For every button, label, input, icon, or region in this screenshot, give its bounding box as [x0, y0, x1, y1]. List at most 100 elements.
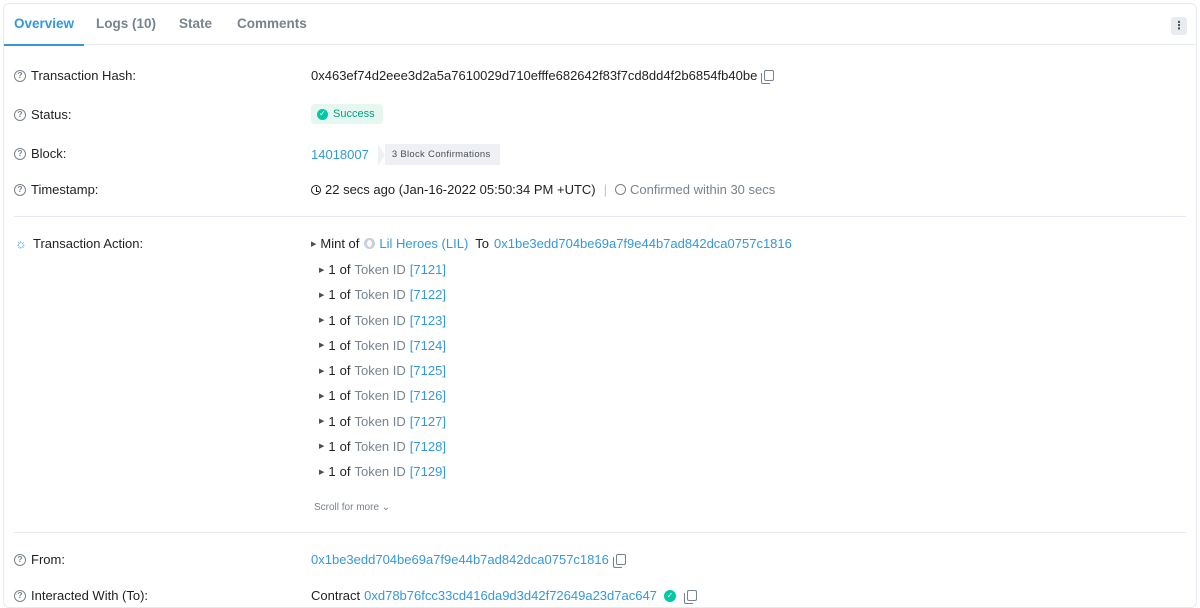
token-id-link[interactable]: [7124]: [410, 338, 446, 353]
token-qty: 1: [328, 363, 336, 378]
token-qty: 1: [328, 388, 336, 404]
token-id-item: ▶ 1 of Token ID [7122]: [319, 287, 446, 302]
tab-logs[interactable]: Logs (10): [96, 4, 156, 45]
to-label: To: [475, 236, 490, 251]
help-icon[interactable]: ?: [14, 183, 26, 196]
timestamp-value: 22 secs ago (Jan-16-2022 05:50:34 PM +UT…: [311, 182, 775, 197]
token-id-link[interactable]: [7123]: [410, 313, 446, 328]
scroll-for-more[interactable]: Scroll for more ⌄: [314, 502, 390, 513]
block-value: 14018007 3 Block Confirmations: [311, 144, 500, 166]
token-id-link[interactable]: [7125]: [410, 363, 446, 378]
tab-state[interactable]: State: [179, 4, 212, 45]
token-of: of: [339, 413, 351, 429]
token-of: of: [339, 287, 351, 303]
token-qty: 1: [328, 464, 336, 479]
status-badge: ✓ Success: [311, 104, 383, 124]
from-value: 0x1be3edd704be69a7f9e44b7ad842dca0757c18…: [311, 552, 626, 568]
caret-right-icon: ▶: [319, 443, 325, 451]
caret-right-icon: ▶: [319, 291, 325, 299]
tx-hash-text: 0x463ef74d2eee3d2a5a7610029d710efffe6826…: [311, 68, 758, 83]
help-icon[interactable]: ?: [14, 147, 26, 160]
caret-right-icon: ▶: [319, 468, 325, 476]
token-id-link[interactable]: [7127]: [410, 414, 446, 429]
block-label: ? Block:: [14, 146, 66, 161]
help-icon[interactable]: ?: [14, 69, 26, 82]
token-of: of: [339, 363, 351, 378]
token-of: of: [339, 262, 351, 277]
block-number-link[interactable]: 14018007: [311, 147, 369, 162]
from-label: ? From:: [14, 552, 65, 567]
token-id-link[interactable]: [7128]: [410, 439, 446, 454]
confirmed-within-text: Confirmed within 30 secs: [630, 182, 776, 197]
token-id-label: Token ID: [354, 287, 406, 303]
copy-icon[interactable]: [612, 554, 626, 568]
timestamp-label: ? Timestamp:: [14, 182, 98, 197]
token-id-item: ▶ 1 of Token ID [7123]: [319, 313, 446, 328]
token-id-item: ▶ 1 of Token ID [7128]: [319, 439, 446, 454]
caret-right-icon: ▶: [319, 367, 325, 375]
token-id-label: Token ID: [354, 363, 406, 378]
to-address-link[interactable]: 0x1be3edd704be69a7f9e44b7ad842dca0757c18…: [494, 236, 792, 251]
token-id-label: Token ID: [354, 438, 406, 454]
caret-right-icon: ▶: [319, 266, 325, 274]
caret-right-icon: ▶: [319, 342, 325, 350]
token-qty: 1: [328, 312, 336, 328]
tab-bar: Overview Logs (10) State Comments ⋮: [4, 4, 1196, 46]
token-of: of: [339, 388, 351, 404]
verified-check-icon: ✓: [663, 589, 676, 602]
token-id-label: Token ID: [354, 388, 406, 404]
token-id-item: ▶ 1 of Token ID [7127]: [319, 414, 446, 429]
timer-icon: [615, 184, 627, 195]
token-qty: 1: [328, 262, 336, 277]
token-id-link[interactable]: [7129]: [410, 464, 446, 479]
interacted-label: ? Interacted With (To):: [14, 588, 148, 603]
token-logo-icon: [364, 238, 376, 249]
token-name-link[interactable]: Lil Heroes (LIL): [379, 236, 468, 251]
token-qty: 1: [328, 438, 336, 454]
token-id-link[interactable]: [7126]: [410, 388, 446, 403]
mint-line: ▶ Mint of Lil Heroes (LIL) To 0x1be3edd7…: [311, 236, 792, 251]
caret-right-icon: ▶: [319, 317, 325, 324]
token-of: of: [339, 438, 351, 454]
token-of: of: [339, 464, 351, 479]
token-id-label: Token ID: [354, 312, 406, 328]
help-icon[interactable]: ?: [14, 108, 26, 121]
section-divider: [14, 216, 1186, 217]
kebab-menu-icon: ⋮: [1173, 19, 1185, 32]
caret-right-icon: ▶: [319, 418, 325, 425]
double-chevron-down-icon: ⌄: [381, 502, 391, 513]
token-id-link[interactable]: [7122]: [410, 287, 446, 302]
lightbulb-icon: ☼: [15, 236, 27, 251]
token-id-item: ▶ 1 of Token ID [7124]: [319, 338, 446, 353]
token-qty: 1: [328, 287, 336, 303]
help-icon[interactable]: ?: [14, 553, 26, 566]
copy-icon[interactable]: [683, 590, 697, 604]
tab-overview[interactable]: Overview: [4, 4, 85, 46]
check-circle-icon: ✓: [317, 108, 328, 120]
tx-hash-label: ? Transaction Hash:: [14, 68, 136, 83]
status-label: ? Status:: [14, 107, 71, 122]
caret-right-icon: ▶: [319, 392, 325, 400]
more-options-button[interactable]: ⋮: [1171, 17, 1187, 35]
token-qty: 1: [328, 337, 336, 353]
token-id-item: ▶ 1 of Token ID [7121]: [319, 262, 446, 277]
from-address-link[interactable]: 0x1be3edd704be69a7f9e44b7ad842dca0757c18…: [311, 552, 609, 567]
section-divider: [14, 532, 1186, 533]
token-id-label: Token ID: [354, 464, 406, 479]
token-id-label: Token ID: [354, 262, 406, 277]
status-value: ✓ Success: [311, 104, 383, 124]
token-id-label: Token ID: [354, 413, 406, 429]
token-id-item: ▶ 1 of Token ID [7125]: [319, 363, 446, 378]
token-of: of: [339, 312, 351, 328]
help-icon[interactable]: ?: [14, 589, 26, 602]
contract-address-link[interactable]: 0xd78b76fcc33cd416da9d3d42f72649a23d7ac6…: [364, 588, 657, 603]
separator: |: [603, 182, 608, 197]
tab-comments[interactable]: Comments: [237, 4, 307, 45]
tx-action-label: ☼ Transaction Action:: [15, 236, 144, 251]
tx-hash-value: 0x463ef74d2eee3d2a5a7610029d710efffe6826…: [311, 68, 775, 84]
token-id-item: ▶ 1 of Token ID [7126]: [319, 388, 446, 403]
token-qty: 1: [328, 413, 336, 429]
copy-icon[interactable]: [761, 70, 775, 84]
block-confirmations-badge: 3 Block Confirmations: [377, 144, 500, 166]
token-id-link[interactable]: [7121]: [410, 262, 446, 277]
